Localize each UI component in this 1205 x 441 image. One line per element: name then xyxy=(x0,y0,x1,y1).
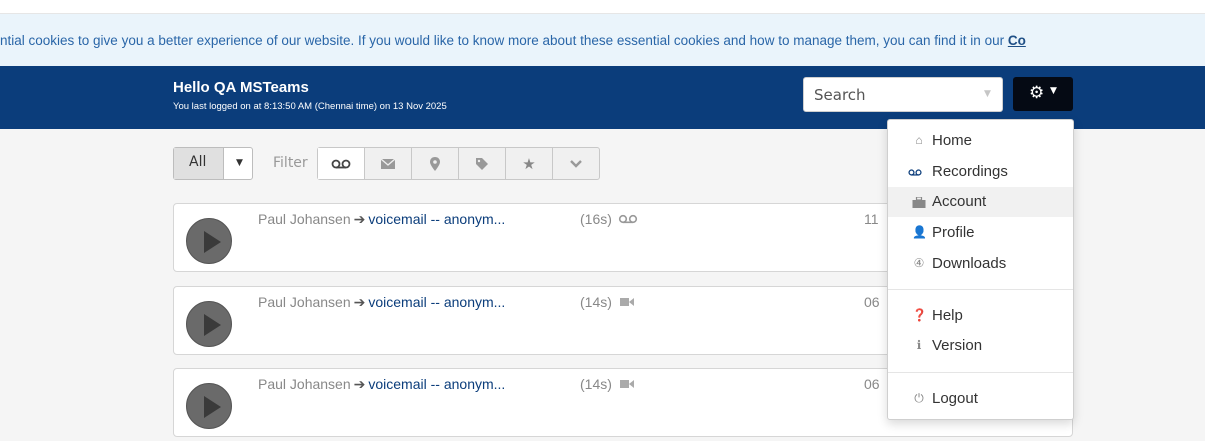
message-date: 11 xyxy=(864,211,879,227)
play-icon xyxy=(204,396,221,418)
voicemail-icon xyxy=(331,159,351,168)
caret-down-icon[interactable]: ▼ xyxy=(236,158,243,168)
menu-item-help[interactable]: ❓ Help xyxy=(888,301,1073,331)
filter-star-button[interactable]: ★ xyxy=(506,148,553,179)
message-caller: Paul Johansen ➔ voicemail -- anonym... xyxy=(258,376,505,393)
tag-icon xyxy=(476,157,488,170)
all-label: All xyxy=(189,154,207,170)
cookie-policy-link[interactable]: Co xyxy=(1008,33,1026,48)
menu-item-downloads[interactable]: ④ Downloads xyxy=(888,249,1073,279)
message-date: 06 xyxy=(864,294,880,310)
menu-item-account[interactable]: Account xyxy=(888,187,1073,217)
home-icon: ⌂ xyxy=(915,133,923,147)
briefcase-icon xyxy=(912,197,926,208)
filter-email-button[interactable] xyxy=(365,148,412,179)
play-button[interactable] xyxy=(186,218,232,264)
play-button[interactable] xyxy=(186,301,232,347)
filter-location-button[interactable] xyxy=(412,148,459,179)
voicemail-link[interactable]: voicemail -- anonym... xyxy=(368,294,505,310)
filter-tag-button[interactable] xyxy=(459,148,506,179)
voicemail-link[interactable]: voicemail -- anonym... xyxy=(368,211,505,227)
message-caller: Paul Johansen ➔ voicemail -- anonym... xyxy=(258,211,505,228)
top-strip xyxy=(0,0,1205,14)
power-icon: ⏻ xyxy=(914,391,924,405)
menu-item-logout[interactable]: ⏻ Logout xyxy=(888,384,1073,414)
question-icon: ❓ xyxy=(912,308,927,322)
search-placeholder: Search xyxy=(814,86,866,104)
gear-icon: ⚙ xyxy=(1029,83,1045,103)
caret-down-icon: ▼ xyxy=(1050,86,1057,96)
play-icon xyxy=(204,314,221,336)
caller-name: Paul Johansen xyxy=(258,376,351,392)
filter-group: ★ xyxy=(317,147,600,180)
filter-voicemail-button[interactable] xyxy=(318,148,365,179)
message-date: 06 xyxy=(864,376,880,392)
map-marker-icon xyxy=(430,156,440,171)
play-button[interactable] xyxy=(186,383,232,429)
menu-item-version[interactable]: ℹ Version xyxy=(888,331,1073,361)
arrow-right-icon: ➔ xyxy=(353,211,366,227)
menu-item-recordings[interactable]: Recordings xyxy=(888,157,1073,187)
menu-item-profile[interactable]: 👤 Profile xyxy=(888,218,1073,248)
voicemail-icon xyxy=(908,169,922,176)
user-icon: 👤 xyxy=(912,225,927,239)
all-toggle[interactable]: All xyxy=(174,148,224,179)
arrow-right-icon: ➔ xyxy=(353,376,366,392)
voicemail-link[interactable]: voicemail -- anonym... xyxy=(368,376,505,392)
voicemail-icon xyxy=(618,214,637,224)
video-icon xyxy=(619,380,634,388)
menu-divider xyxy=(888,372,1073,373)
caller-name: Paul Johansen xyxy=(258,211,351,227)
message-duration: (16s) xyxy=(580,211,638,227)
info-icon: ℹ xyxy=(916,338,922,352)
settings-menu: ⌂ Home Recordings Account 👤 Profile ④ Downl… xyxy=(887,119,1074,420)
all-filter-button[interactable]: All ▼ xyxy=(173,147,253,180)
envelope-icon xyxy=(380,157,396,169)
settings-button[interactable]: ⚙ ▼ xyxy=(1013,77,1073,111)
video-icon xyxy=(619,298,634,306)
message-duration: (14s) xyxy=(580,376,634,392)
search-input[interactable]: Search ▼ xyxy=(803,77,1003,112)
chevron-down-icon xyxy=(570,159,582,168)
caller-name: Paul Johansen xyxy=(258,294,351,310)
last-login: You last logged on at 8:13:50 AM (Chenna… xyxy=(173,101,447,112)
arrow-right-icon: ➔ xyxy=(353,294,366,310)
menu-divider xyxy=(888,289,1073,290)
filter-label: Filter xyxy=(273,155,308,171)
download-icon: ④ xyxy=(913,256,925,270)
play-icon xyxy=(204,231,221,253)
message-duration: (14s) xyxy=(580,294,634,310)
cookie-banner: ntial cookies to give you a better exper… xyxy=(0,14,1205,66)
menu-item-home[interactable]: ⌂ Home xyxy=(888,126,1073,156)
greeting: Hello QA MSTeams xyxy=(173,79,309,96)
star-icon: ★ xyxy=(522,154,536,173)
search-caret-icon: ▼ xyxy=(984,89,991,99)
filter-more-button[interactable] xyxy=(553,148,599,179)
message-caller: Paul Johansen ➔ voicemail -- anonym... xyxy=(258,294,505,311)
cookie-text: ntial cookies to give you a better exper… xyxy=(0,33,1026,48)
